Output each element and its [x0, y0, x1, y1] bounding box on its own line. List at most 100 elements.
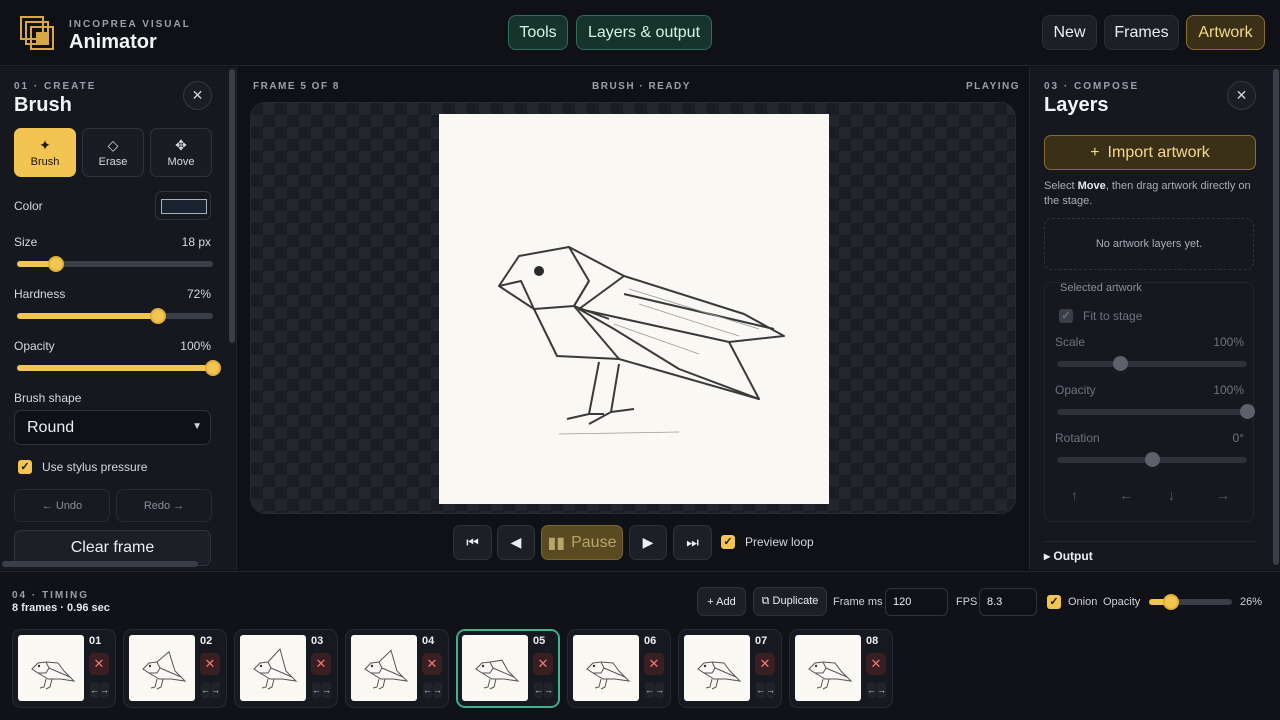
frame-thumbnail[interactable] — [573, 635, 639, 701]
opacity-slider-thumb[interactable] — [205, 360, 221, 376]
frame-number: 02 — [200, 635, 213, 647]
size-slider-thumb[interactable] — [48, 256, 65, 272]
opacity-slider[interactable] — [17, 360, 221, 376]
hardness-label: Hardness — [14, 287, 66, 301]
delete-frame-icon[interactable]: ✕ — [866, 653, 886, 675]
rotation-slider[interactable] — [1057, 452, 1247, 467]
move-frame-right-icon[interactable]: → — [211, 682, 220, 698]
onion-opacity-slider[interactable] — [1149, 594, 1232, 610]
horizontal-scrollbar[interactable] — [2, 561, 198, 567]
first-frame-button[interactable]: ⏮ — [453, 525, 492, 560]
artwork-opacity-thumb[interactable] — [1240, 404, 1255, 419]
onion-opacity-thumb[interactable] — [1162, 594, 1179, 610]
move-frame-left-icon[interactable]: ← — [90, 682, 99, 698]
delete-frame-icon[interactable]: ✕ — [533, 653, 553, 675]
pause-button[interactable]: ▮▮ Pause — [541, 525, 623, 560]
redo-button[interactable]: Redo → — [116, 489, 212, 522]
move-frame-right-icon[interactable]: → — [322, 682, 331, 698]
hardness-slider-thumb[interactable] — [150, 308, 167, 324]
move-frame-right-icon[interactable]: → — [100, 682, 109, 698]
fps-input[interactable]: 8.3 — [979, 588, 1037, 616]
timeline-frame[interactable]: 06 ✕ ← → — [567, 629, 671, 708]
scale-slider[interactable] — [1057, 356, 1247, 371]
timeline-frame[interactable]: 04 ✕ ← → — [345, 629, 449, 708]
logo-icon — [20, 16, 54, 50]
pause-icon: ▮▮ — [547, 534, 566, 552]
tools-toggle-button[interactable]: Tools — [508, 15, 568, 50]
next-frame-button[interactable]: ▶ — [629, 525, 667, 560]
vertical-scrollbar[interactable] — [229, 69, 235, 343]
stylus-pressure-checkbox[interactable]: ✓ — [18, 460, 32, 474]
nudge-down-icon[interactable]: ↓ — [1168, 487, 1175, 503]
delete-frame-icon[interactable]: ✕ — [311, 653, 331, 675]
move-frame-left-icon[interactable]: ← — [312, 682, 321, 698]
move-frame-left-icon[interactable]: ← — [867, 682, 876, 698]
delete-frame-icon[interactable]: ✕ — [644, 653, 664, 675]
size-slider[interactable] — [17, 256, 213, 272]
preview-loop-checkbox[interactable]: ✓ — [721, 535, 735, 549]
rotation-value: 0° — [1232, 431, 1244, 445]
undo-button[interactable]: ← Undo — [14, 489, 110, 522]
artwork-button[interactable]: Artwork — [1186, 15, 1265, 50]
add-frame-button[interactable]: + Add — [697, 587, 746, 616]
move-frame-left-icon[interactable]: ← — [756, 682, 765, 698]
canvas-stage[interactable] — [250, 102, 1016, 514]
tool-move[interactable]: ✥ Move — [150, 128, 212, 177]
vertical-scrollbar[interactable] — [1273, 69, 1279, 565]
new-button[interactable]: New — [1042, 15, 1097, 50]
last-frame-button[interactable]: ⏭ — [673, 525, 712, 560]
artboard[interactable] — [439, 114, 829, 504]
frame-thumbnail[interactable] — [18, 635, 84, 701]
move-frame-right-icon[interactable]: → — [766, 682, 775, 698]
move-frame-right-icon[interactable]: → — [433, 682, 442, 698]
previous-frame-button[interactable]: ◀ — [497, 525, 535, 560]
move-icon: ✥ — [175, 136, 187, 153]
frame-thumbnail[interactable] — [462, 635, 528, 701]
fit-to-stage-checkbox[interactable]: ✓ — [1059, 309, 1073, 323]
move-frame-left-icon[interactable]: ← — [645, 682, 654, 698]
play-icon: ▶ — [642, 534, 654, 550]
scale-slider-thumb[interactable] — [1112, 356, 1128, 371]
nudge-up-icon[interactable]: ↑ — [1071, 487, 1078, 503]
timeline-frame[interactable]: 02 ✕ ← → — [123, 629, 227, 708]
frame-thumbnail[interactable] — [129, 635, 195, 701]
delete-frame-icon[interactable]: ✕ — [422, 653, 442, 675]
timeline-frame[interactable]: 01 ✕ ← → — [12, 629, 116, 708]
rotation-slider-thumb[interactable] — [1145, 452, 1160, 467]
layers-output-toggle-button[interactable]: Layers & output — [576, 15, 712, 50]
delete-frame-icon[interactable]: ✕ — [200, 653, 220, 675]
frames-button[interactable]: Frames — [1104, 15, 1179, 50]
nudge-right-icon[interactable]: → — [1216, 487, 1230, 503]
play-back-icon: ◀ — [510, 534, 522, 550]
tool-brush[interactable]: ✦ Brush — [14, 128, 76, 177]
hardness-slider[interactable] — [17, 308, 213, 324]
timeline-frame[interactable]: 07 ✕ ← → — [678, 629, 782, 708]
close-compose-panel-button[interactable]: ✕ — [1227, 81, 1256, 110]
artwork-opacity-slider[interactable] — [1057, 404, 1255, 419]
delete-frame-icon[interactable]: ✕ — [89, 653, 109, 675]
move-frame-right-icon[interactable]: → — [877, 682, 886, 698]
tool-erase[interactable]: ◇ Erase — [82, 128, 144, 177]
close-create-panel-button[interactable]: ✕ — [183, 81, 212, 110]
duplicate-frame-button[interactable]: ⧉ Duplicate — [753, 587, 827, 616]
move-frame-right-icon[interactable]: → — [655, 682, 664, 698]
color-picker[interactable] — [155, 191, 211, 220]
move-frame-left-icon[interactable]: ← — [201, 682, 210, 698]
delete-frame-icon[interactable]: ✕ — [755, 653, 775, 675]
timeline-frame[interactable]: 08 ✕ ← → — [789, 629, 893, 708]
frame-thumbnail[interactable] — [351, 635, 417, 701]
frame-thumbnail[interactable] — [684, 635, 750, 701]
timeline-frame[interactable]: 03 ✕ ← → — [234, 629, 338, 708]
move-frame-left-icon[interactable]: ← — [534, 682, 543, 698]
onion-skin-checkbox[interactable]: ✓ — [1047, 595, 1061, 609]
frame-ms-input[interactable]: 120 — [885, 588, 948, 616]
nudge-left-icon[interactable]: ← — [1119, 487, 1133, 503]
brush-shape-select[interactable]: Round ▼ — [14, 410, 211, 445]
move-frame-left-icon[interactable]: ← — [423, 682, 432, 698]
move-frame-right-icon[interactable]: → — [544, 682, 553, 698]
frame-thumbnail[interactable] — [240, 635, 306, 701]
frame-thumbnail[interactable] — [795, 635, 861, 701]
import-artwork-button[interactable]: + Import artwork — [1044, 135, 1256, 170]
output-disclosure[interactable]: ▸ Output — [1044, 541, 1256, 563]
timeline-frame[interactable]: 05 ✕ ← → — [456, 629, 560, 708]
